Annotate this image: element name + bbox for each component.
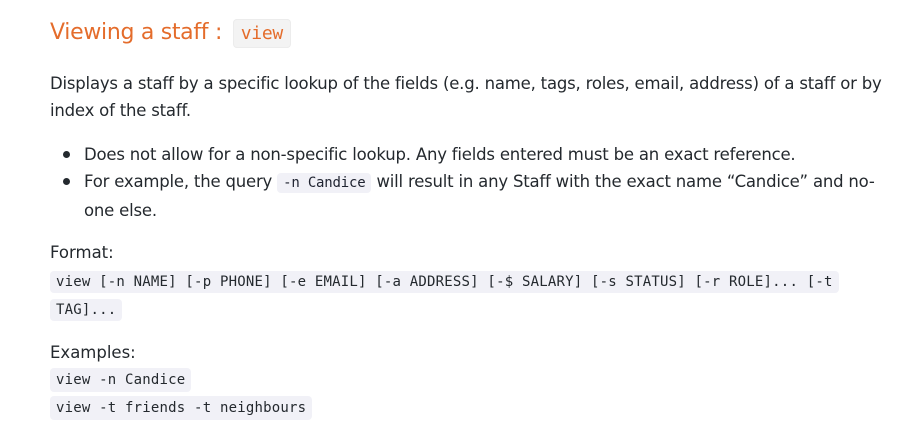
document-page: Viewing a staff : view Displays a staff … — [0, 0, 923, 427]
example-code-2: view -t friends -t neighbours — [50, 396, 313, 420]
bullet-list: Does not allow for a non-specific lookup… — [50, 141, 900, 224]
heading-command-code: view — [232, 19, 291, 48]
description-paragraph: Displays a staff by a specific lookup of… — [50, 74, 882, 120]
format-syntax-block: view [-n NAME] [-p PHONE] [-e EMAIL] [-a… — [50, 268, 900, 324]
section-heading: Viewing a staff : view — [50, 15, 291, 52]
format-syntax-code: view [-n NAME] [-p PHONE] [-e EMAIL] [-a… — [50, 271, 839, 321]
bullet-inline-code: -n Candice — [277, 173, 372, 193]
format-label: Format: — [50, 243, 114, 262]
heading-text: Viewing a staff : — [50, 20, 229, 45]
bullet-item-non-specific: Does not allow for a non-specific lookup… — [63, 141, 900, 168]
example-code-1: view -n Candice — [50, 368, 192, 392]
bullet-text: Does not allow for a non-specific lookup… — [84, 145, 796, 164]
bullet-dot-icon — [63, 178, 70, 185]
bullet-text-before: For example, the query — [84, 172, 278, 191]
bullet-item-example-query: For example, the query -n Candice will r… — [63, 168, 900, 224]
examples-label: Examples: — [50, 343, 136, 362]
bullet-dot-icon — [63, 151, 70, 158]
